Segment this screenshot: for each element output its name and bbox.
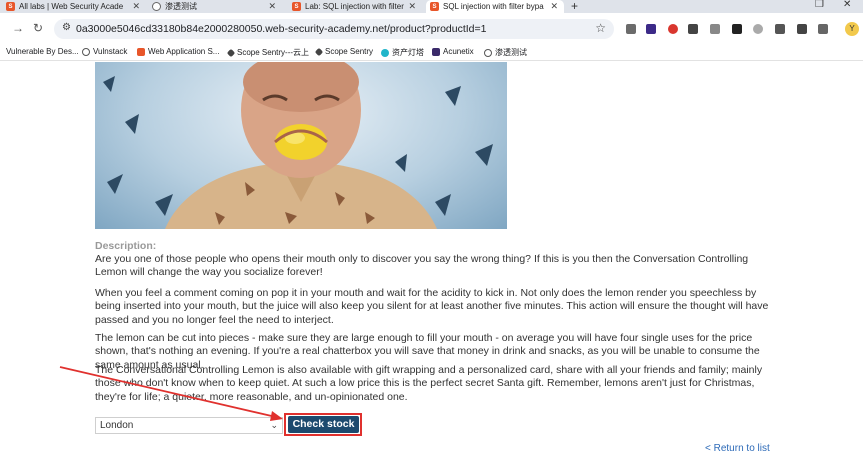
description-paragraph: When you feel a comment coming on pop it… (95, 287, 769, 326)
bookmark-label: Acunetix (443, 47, 474, 56)
tab-sqli-filter-bypass[interactable]: S SQL injection with filter bypa ✕ (426, 0, 564, 13)
store-select-value: London (100, 420, 134, 431)
close-tab-icon[interactable]: ✕ (550, 1, 558, 12)
bookmark-pentest[interactable]: 渗透测试 (484, 47, 527, 58)
tab-title: All labs | Web Security Acade (19, 2, 124, 11)
site-info-icon[interactable]: ⚙ (62, 22, 71, 33)
sentry-icon (314, 47, 324, 56)
extension-icon[interactable] (626, 24, 636, 34)
bookmark-scope-sentry-cloud[interactable]: Scope Sentry---云上 (226, 47, 310, 58)
bookmark-label: Web Application S... (148, 47, 220, 56)
portswigger-icon: S (430, 2, 439, 11)
web-app-icon (137, 47, 145, 56)
close-tab-icon[interactable]: ✕ (408, 1, 416, 12)
portswigger-icon: S (6, 2, 15, 11)
product-image (95, 62, 507, 229)
profile-avatar[interactable]: Y (845, 22, 859, 36)
extension-icon[interactable] (646, 24, 656, 34)
extensions-puzzle-icon[interactable] (818, 24, 828, 34)
extension-icon[interactable] (732, 24, 742, 34)
extension-icon[interactable] (688, 24, 698, 34)
portswigger-icon: S (292, 2, 301, 11)
description-paragraph: Are you one of those people who opens th… (95, 253, 749, 279)
chevron-down-icon: ⌄ (270, 420, 278, 430)
extension-icon[interactable] (710, 24, 720, 34)
close-window-icon[interactable]: ✕ (843, 0, 851, 10)
globe-icon (484, 48, 492, 57)
tab-title: SQL injection with filter bypa (443, 2, 544, 11)
bookmark-label: Vulnerable By Des... (6, 47, 79, 56)
page-content: Description: Are you one of those people… (0, 62, 863, 458)
close-tab-icon[interactable]: ✕ (132, 1, 140, 12)
extension-icon[interactable] (753, 24, 763, 34)
globe-icon (152, 2, 161, 11)
bookmark-vulnerable-by-design[interactable]: Vulnerable By Des... (6, 47, 79, 56)
restore-window-icon[interactable]: ❐ (815, 0, 824, 10)
return-to-list-link[interactable]: < Return to list (705, 443, 770, 454)
tab-strip: S All labs | Web Security Acade ✕ 渗透测试 ✕… (0, 0, 863, 13)
sentry-icon (226, 48, 236, 57)
new-tab-icon[interactable]: + (571, 0, 578, 13)
store-select[interactable]: London ⌄ (95, 417, 283, 434)
bookmark-label: Scope Sentry---云上 (237, 48, 310, 57)
tab-all-labs[interactable]: S All labs | Web Security Acade ✕ (6, 0, 146, 13)
address-bar[interactable]: ⚙ 0a3000e5046cd33180b84e2000280050.web-s… (54, 19, 614, 39)
url-text[interactable]: 0a3000e5046cd33180b84e2000280050.web-sec… (76, 23, 487, 35)
globe-icon (82, 47, 90, 56)
bookmark-label: 资产灯塔 (392, 48, 424, 57)
lighthouse-icon (381, 48, 389, 57)
check-stock-button[interactable]: Check stock (288, 416, 359, 433)
extension-icon[interactable] (775, 24, 785, 34)
tab-pentest[interactable]: 渗透测试 ✕ (152, 0, 282, 13)
extension-icon[interactable] (797, 24, 807, 34)
forward-icon[interactable]: → (12, 21, 24, 35)
bookmark-scope-sentry[interactable]: Scope Sentry (314, 47, 374, 56)
bookmark-acunetix[interactable]: Acunetix (432, 47, 474, 56)
browser-toolbar: → ↻ ⚙ 0a3000e5046cd33180b84e2000280050.w… (0, 13, 863, 44)
description-paragraph: The Conversational Controlling Lemon is … (95, 364, 763, 403)
bookmark-label: 渗透测试 (495, 48, 527, 57)
bookmark-asset-lighthouse[interactable]: 资产灯塔 (381, 47, 424, 58)
lemon-man-illustration (103, 62, 493, 229)
bookmarks-bar: Vulnerable By Des... Vulnstack Web Appli… (0, 44, 863, 61)
reload-icon[interactable]: ↻ (33, 21, 43, 35)
extension-icon[interactable] (668, 24, 678, 34)
tab-title: Lab: SQL injection with filter (305, 2, 404, 11)
acunetix-icon (432, 47, 440, 56)
tab-lab-sqli[interactable]: S Lab: SQL injection with filter ✕ (292, 0, 422, 13)
bookmark-label: Vulnstack (93, 47, 128, 56)
bookmark-label: Scope Sentry (325, 47, 374, 56)
bookmark-star-icon[interactable]: ☆ (595, 21, 606, 35)
bookmark-web-application-scanner[interactable]: Web Application S... (137, 47, 219, 56)
description-label: Description: (95, 240, 157, 252)
close-tab-icon[interactable]: ✕ (268, 1, 276, 12)
bookmark-vulnstack[interactable]: Vulnstack (82, 47, 127, 56)
tab-title: 渗透测试 (165, 2, 197, 11)
